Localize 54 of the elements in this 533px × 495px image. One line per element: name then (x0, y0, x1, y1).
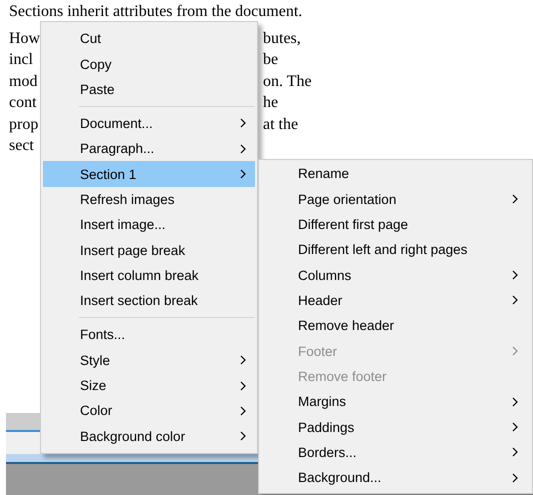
menu-item[interactable]: Fonts... (43, 322, 255, 348)
menu-item[interactable]: Section 1 (43, 161, 255, 187)
menu-item[interactable]: Margins (261, 389, 530, 414)
menu-item[interactable]: Size (43, 372, 255, 398)
menu-item[interactable]: Borders... (261, 440, 530, 466)
chevron-right-icon (512, 396, 518, 407)
document-text: on. The (263, 72, 312, 92)
chevron-right-icon (512, 422, 518, 432)
menu-item[interactable]: Refresh images (43, 186, 255, 212)
menu-item[interactable]: Style (43, 348, 255, 373)
menu-item[interactable]: Copy (43, 51, 255, 77)
menu-item[interactable]: Background color (43, 424, 255, 449)
document-text: at the (263, 114, 298, 135)
menu-item[interactable]: Insert section break (43, 288, 255, 314)
document-text: be (263, 50, 278, 70)
menu-item[interactable]: Paste (43, 76, 255, 102)
menu-item[interactable]: Rename (261, 161, 530, 186)
document-text: sect (9, 136, 34, 154)
document-text: cont (9, 94, 37, 112)
menu-item[interactable]: Paragraph... (43, 136, 255, 162)
chevron-right-icon (512, 447, 518, 458)
menu-item[interactable]: Remove header (261, 313, 530, 338)
menu-item[interactable]: Page orientation (261, 186, 530, 212)
menu-item[interactable]: Columns (261, 262, 530, 288)
menu-item[interactable]: Insert column break (43, 262, 255, 288)
chevron-right-icon (512, 270, 518, 280)
menu-item[interactable]: Insert image... (43, 212, 255, 238)
chevron-right-icon (240, 118, 246, 128)
chevron-right-icon (240, 380, 246, 391)
chevron-right-icon (240, 169, 246, 180)
menu-item[interactable]: Different first page (261, 212, 530, 238)
menu-item[interactable]: Color (43, 398, 255, 424)
chevron-right-icon (240, 431, 246, 442)
chevron-right-icon (512, 194, 518, 204)
menu-item[interactable]: Different left and right pages (261, 237, 530, 262)
document-text: mod (9, 72, 38, 90)
chevron-right-icon (512, 346, 518, 356)
menu-item[interactable]: Paddings (261, 414, 530, 440)
chevron-right-icon (512, 472, 518, 483)
chevron-right-icon (240, 144, 246, 154)
document-text: butes, (263, 29, 301, 49)
chevron-right-icon (512, 295, 518, 306)
chevron-right-icon (240, 355, 246, 366)
menu-item[interactable]: Insert page break (43, 237, 255, 263)
chevron-right-icon (240, 406, 246, 416)
menu-item[interactable]: Cut (43, 26, 255, 52)
menu-item[interactable]: Background... (261, 465, 530, 490)
document-text: incl (9, 51, 33, 68)
menu-item[interactable]: Header (261, 288, 530, 314)
document-text: How (9, 30, 40, 47)
menu-item[interactable]: Document... (43, 110, 255, 136)
document-text: prop (9, 116, 38, 133)
document-text: he (263, 93, 278, 114)
document-text: Sections inherit attributes from the document. (9, 3, 302, 20)
